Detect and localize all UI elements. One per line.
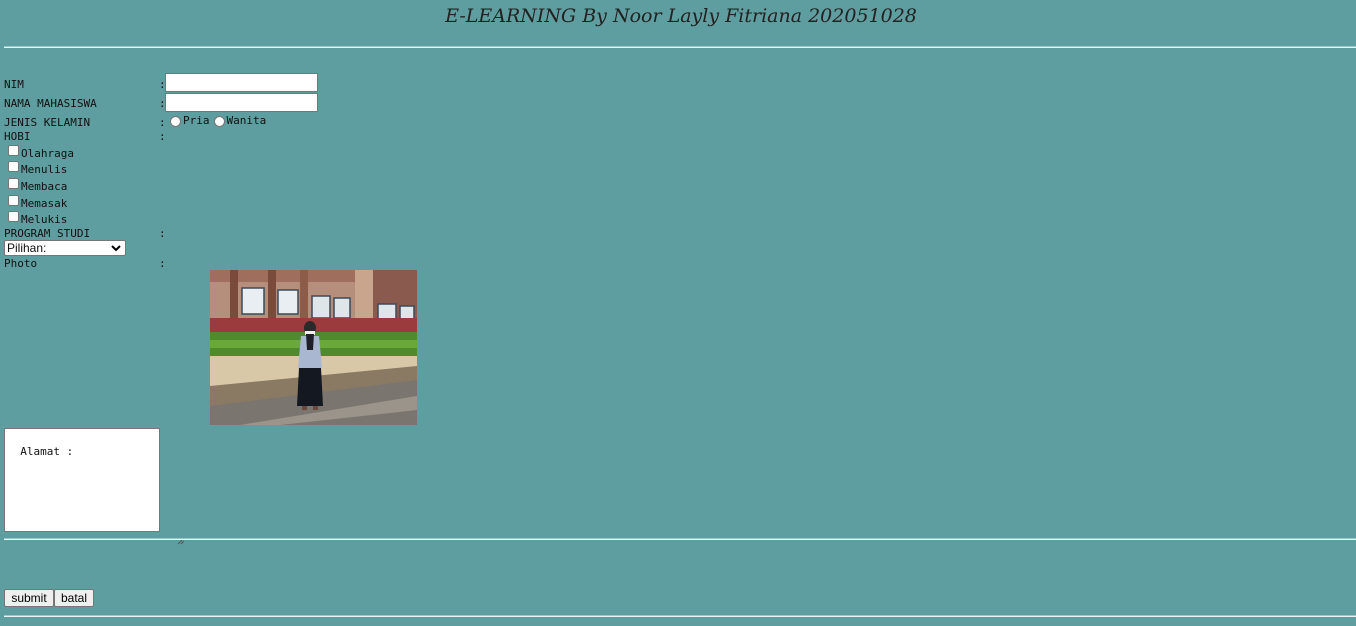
photo-colon: :	[159, 257, 166, 270]
radio-wanita[interactable]	[213, 115, 225, 127]
alamat-textarea[interactable]: Alamat :	[4, 428, 184, 545]
radio-pria[interactable]	[170, 115, 181, 127]
program-studi-label: PROGRAM STUDI	[4, 227, 91, 240]
checkbox-membaca[interactable]	[8, 178, 19, 189]
hobby-melukis[interactable]: Melukis	[8, 211, 68, 226]
submit-button[interactable]: submit	[4, 589, 54, 607]
photo-label: Photo	[4, 257, 38, 270]
jenis-kelamin-colon: :	[159, 116, 166, 129]
student-photo	[210, 270, 417, 425]
jenis-kelamin-label: JENIS KELAMIN	[4, 116, 91, 129]
nim-input[interactable]	[165, 73, 318, 92]
hobby-menulis[interactable]: Menulis	[8, 161, 68, 176]
checkbox-membaca-label: Membaca	[21, 180, 68, 193]
alamat-text: Alamat :	[20, 445, 74, 458]
page-title: E-LEARNING By Noor Layly Fitriana 202051…	[445, 5, 917, 27]
radio-pria-label: Pria	[183, 114, 210, 127]
nama-mahasiswa-input[interactable]	[165, 93, 318, 112]
chevron-down-icon	[111, 241, 121, 260]
program-studi-colon: :	[159, 227, 166, 240]
nim-label: NIM	[4, 78, 24, 91]
program-studi-select[interactable]: Pilihan:	[4, 240, 126, 256]
checkbox-melukis[interactable]	[8, 211, 19, 222]
batal-button[interactable]: batal	[54, 589, 94, 607]
checkbox-memasak[interactable]	[8, 195, 19, 206]
hobby-memasak[interactable]: Memasak	[8, 195, 68, 210]
checkbox-olahraga[interactable]	[8, 145, 19, 156]
checkbox-melukis-label: Melukis	[21, 213, 68, 226]
hobi-label: HOBI	[4, 130, 31, 143]
gender-radio-group: Pria Wanita	[170, 114, 266, 128]
checkbox-memasak-label: Memasak	[21, 197, 68, 210]
hobby-membaca[interactable]: Membaca	[8, 178, 68, 193]
checkbox-menulis[interactable]	[8, 161, 19, 172]
top-divider	[4, 46, 1356, 48]
checkbox-olahraga-label: Olahraga	[21, 147, 74, 160]
hobby-olahraga[interactable]: Olahraga	[8, 145, 74, 160]
hobi-colon: :	[159, 130, 166, 143]
checkbox-menulis-label: Menulis	[21, 163, 68, 176]
nama-label: NAMA MAHASISWA	[4, 97, 97, 110]
resize-grip-icon[interactable]	[150, 522, 184, 545]
bottom-divider	[4, 615, 1356, 617]
program-studi-selected: Pilihan:	[7, 241, 47, 255]
radio-wanita-label: Wanita	[226, 114, 267, 127]
middle-divider	[4, 538, 1356, 540]
